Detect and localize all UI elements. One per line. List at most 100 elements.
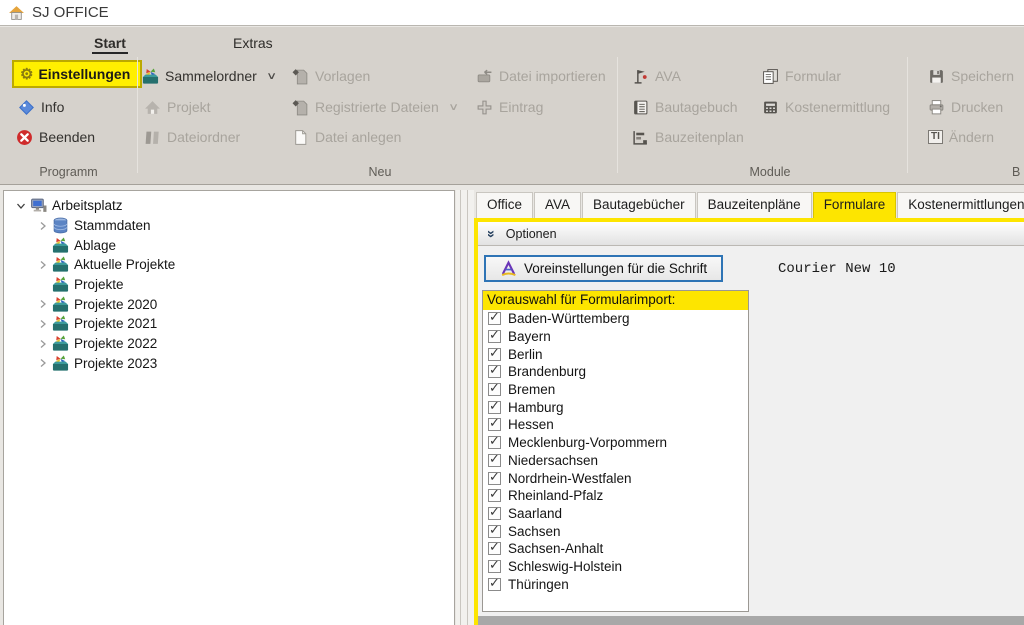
font-presets-button[interactable]: Voreinstellungen für die Schrift [484,255,723,282]
vorlagen-button[interactable]: Vorlagen [292,63,370,89]
einstellungen-button[interactable]: ⚙ Einstellungen [12,60,142,88]
checkbox-checked[interactable]: ✓ [488,525,501,538]
chevron-right-icon[interactable] [34,298,52,310]
sammelordner-button[interactable]: Sammelordner ∨ [142,63,275,89]
chevron-down-icon[interactable]: ∨ [266,71,277,82]
state-label[interactable]: Thüringen [508,577,569,592]
chevron-right-icon[interactable] [34,338,52,350]
tab-bauzeitenplaene[interactable]: Bauzeitenpläne [697,192,812,218]
tab-office[interactable]: Office [476,192,533,218]
state-label[interactable]: Sachsen [508,524,561,539]
projekt-button[interactable]: Projekt [144,94,211,120]
checkbox-checked[interactable]: ✓ [488,383,501,396]
options-collapse-header[interactable]: » Optionen [478,222,1024,246]
state-row[interactable]: ✓ Bremen [483,381,748,399]
tree-item-label[interactable]: Projekte [74,277,124,292]
chevron-right-icon[interactable] [34,318,52,330]
state-label[interactable]: Hessen [508,417,554,432]
checkbox-checked[interactable]: ✓ [488,507,501,520]
state-label[interactable]: Baden-Württemberg [508,311,630,326]
datei-anlegen-button[interactable]: Datei anlegen [292,124,401,150]
checkbox-checked[interactable]: ✓ [488,401,501,414]
state-row[interactable]: ✓ Brandenburg [483,363,748,381]
formular-button[interactable]: Formular [762,63,841,89]
tree-item-stammdaten[interactable]: Stammdaten [4,216,454,236]
checkbox-checked[interactable]: ✓ [488,365,501,378]
chevron-right-icon[interactable] [34,357,52,369]
tree-item-label[interactable]: Aktuelle Projekte [74,257,175,272]
checkbox-checked[interactable]: ✓ [488,489,501,502]
registrierte-dateien-button[interactable]: Registrierte Dateien ∨ [292,94,457,120]
state-label[interactable]: Brandenburg [508,364,586,379]
tree-item-projekte[interactable]: Projekte [4,275,454,295]
state-row[interactable]: ✓ Bayern [483,328,748,346]
state-label[interactable]: Rheinland-Pfalz [508,488,603,503]
state-label[interactable]: Niedersachsen [508,453,598,468]
state-row[interactable]: ✓ Baden-Württemberg [483,310,748,328]
state-row[interactable]: ✓ Mecklenburg-Vorpommern [483,434,748,452]
chevron-right-icon[interactable] [34,259,52,271]
state-label[interactable]: Saarland [508,506,562,521]
tree-item-projekte-2022[interactable]: Projekte 2022 [4,334,454,354]
panel-splitter[interactable] [456,190,474,625]
state-label[interactable]: Mecklenburg-Vorpommern [508,435,667,450]
state-label[interactable]: Bremen [508,382,555,397]
bautagebuch-button[interactable]: Bautagebuch [632,94,738,120]
state-label[interactable]: Bayern [508,329,551,344]
info-button[interactable]: Info [18,94,64,120]
dateiordner-button[interactable]: Dateiordner [144,124,240,150]
checkbox-checked[interactable]: ✓ [488,578,501,591]
tree-item-projekte-2020[interactable]: Projekte 2020 [4,294,454,314]
chevron-down-icon[interactable]: ∨ [448,102,459,113]
kostenermittlung-button[interactable]: Kostenermittlung [762,94,890,120]
state-row[interactable]: ✓ Hamburg [483,398,748,416]
datei-importieren-button[interactable]: Datei importieren [476,63,606,89]
checkbox-checked[interactable]: ✓ [488,418,501,431]
checkbox-checked[interactable]: ✓ [488,436,501,449]
chevron-down-icon[interactable] [12,200,30,212]
drucken-button[interactable]: Drucken [928,94,1003,120]
tree-item-projekte-2021[interactable]: Projekte 2021 [4,314,454,334]
state-label[interactable]: Hamburg [508,400,564,415]
state-row[interactable]: ✓ Sachsen [483,522,748,540]
tree-item-label[interactable]: Projekte 2021 [74,316,157,331]
tree-item-label[interactable]: Arbeitsplatz [52,198,123,213]
tree-item-label[interactable]: Ablage [74,238,116,253]
ribbon-tab-extras[interactable]: Extras [233,35,273,51]
checkbox-checked[interactable]: ✓ [488,560,501,573]
tab-kostenermittlungen[interactable]: Kostenermittlungen [897,192,1024,218]
checkbox-checked[interactable]: ✓ [488,330,501,343]
eintrag-button[interactable]: Eintrag [476,94,543,120]
state-label[interactable]: Berlin [508,347,543,362]
beenden-button[interactable]: Beenden [16,124,95,150]
speichern-button[interactable]: Speichern [928,63,1014,89]
tree-item-ablage[interactable]: Ablage [4,235,454,255]
state-row[interactable]: ✓ Berlin [483,345,748,363]
checkbox-checked[interactable]: ✓ [488,348,501,361]
state-row[interactable]: ✓ Hessen [483,416,748,434]
aendern-button[interactable]: TI Ändern [928,124,994,150]
state-row[interactable]: ✓ Saarland [483,505,748,523]
tree-item-aktuelle-projekte[interactable]: Aktuelle Projekte [4,255,454,275]
ribbon-tab-start[interactable]: Start [92,35,128,54]
state-row[interactable]: ✓ Schleswig-Holstein [483,558,748,576]
state-row[interactable]: ✓ Thüringen [483,575,748,593]
state-row[interactable]: ✓ Niedersachsen [483,452,748,470]
state-row[interactable]: ✓ Rheinland-Pfalz [483,487,748,505]
checkbox-checked[interactable]: ✓ [488,312,501,325]
state-row[interactable]: ✓ Sachsen-Anhalt [483,540,748,558]
checkbox-checked[interactable]: ✓ [488,472,501,485]
tree-item-label[interactable]: Projekte 2020 [74,297,157,312]
tab-formulare[interactable]: Formulare [813,192,897,218]
bauzeitenplan-button[interactable]: Bauzeitenplan [632,124,744,150]
tree-item-projekte-2023[interactable]: Projekte 2023 [4,354,454,374]
chevron-right-icon[interactable] [34,220,52,232]
horizontal-scrollbar[interactable] [478,616,1024,625]
tab-bautagebuecher[interactable]: Bautagebücher [582,192,696,218]
tree-item-label[interactable]: Projekte 2022 [74,336,157,351]
tree-item-label[interactable]: Projekte 2023 [74,356,157,371]
tree-item-label[interactable]: Stammdaten [74,218,151,233]
state-label[interactable]: Nordrhein-Westfalen [508,471,632,486]
tab-ava[interactable]: AVA [534,192,581,218]
checkbox-checked[interactable]: ✓ [488,542,501,555]
